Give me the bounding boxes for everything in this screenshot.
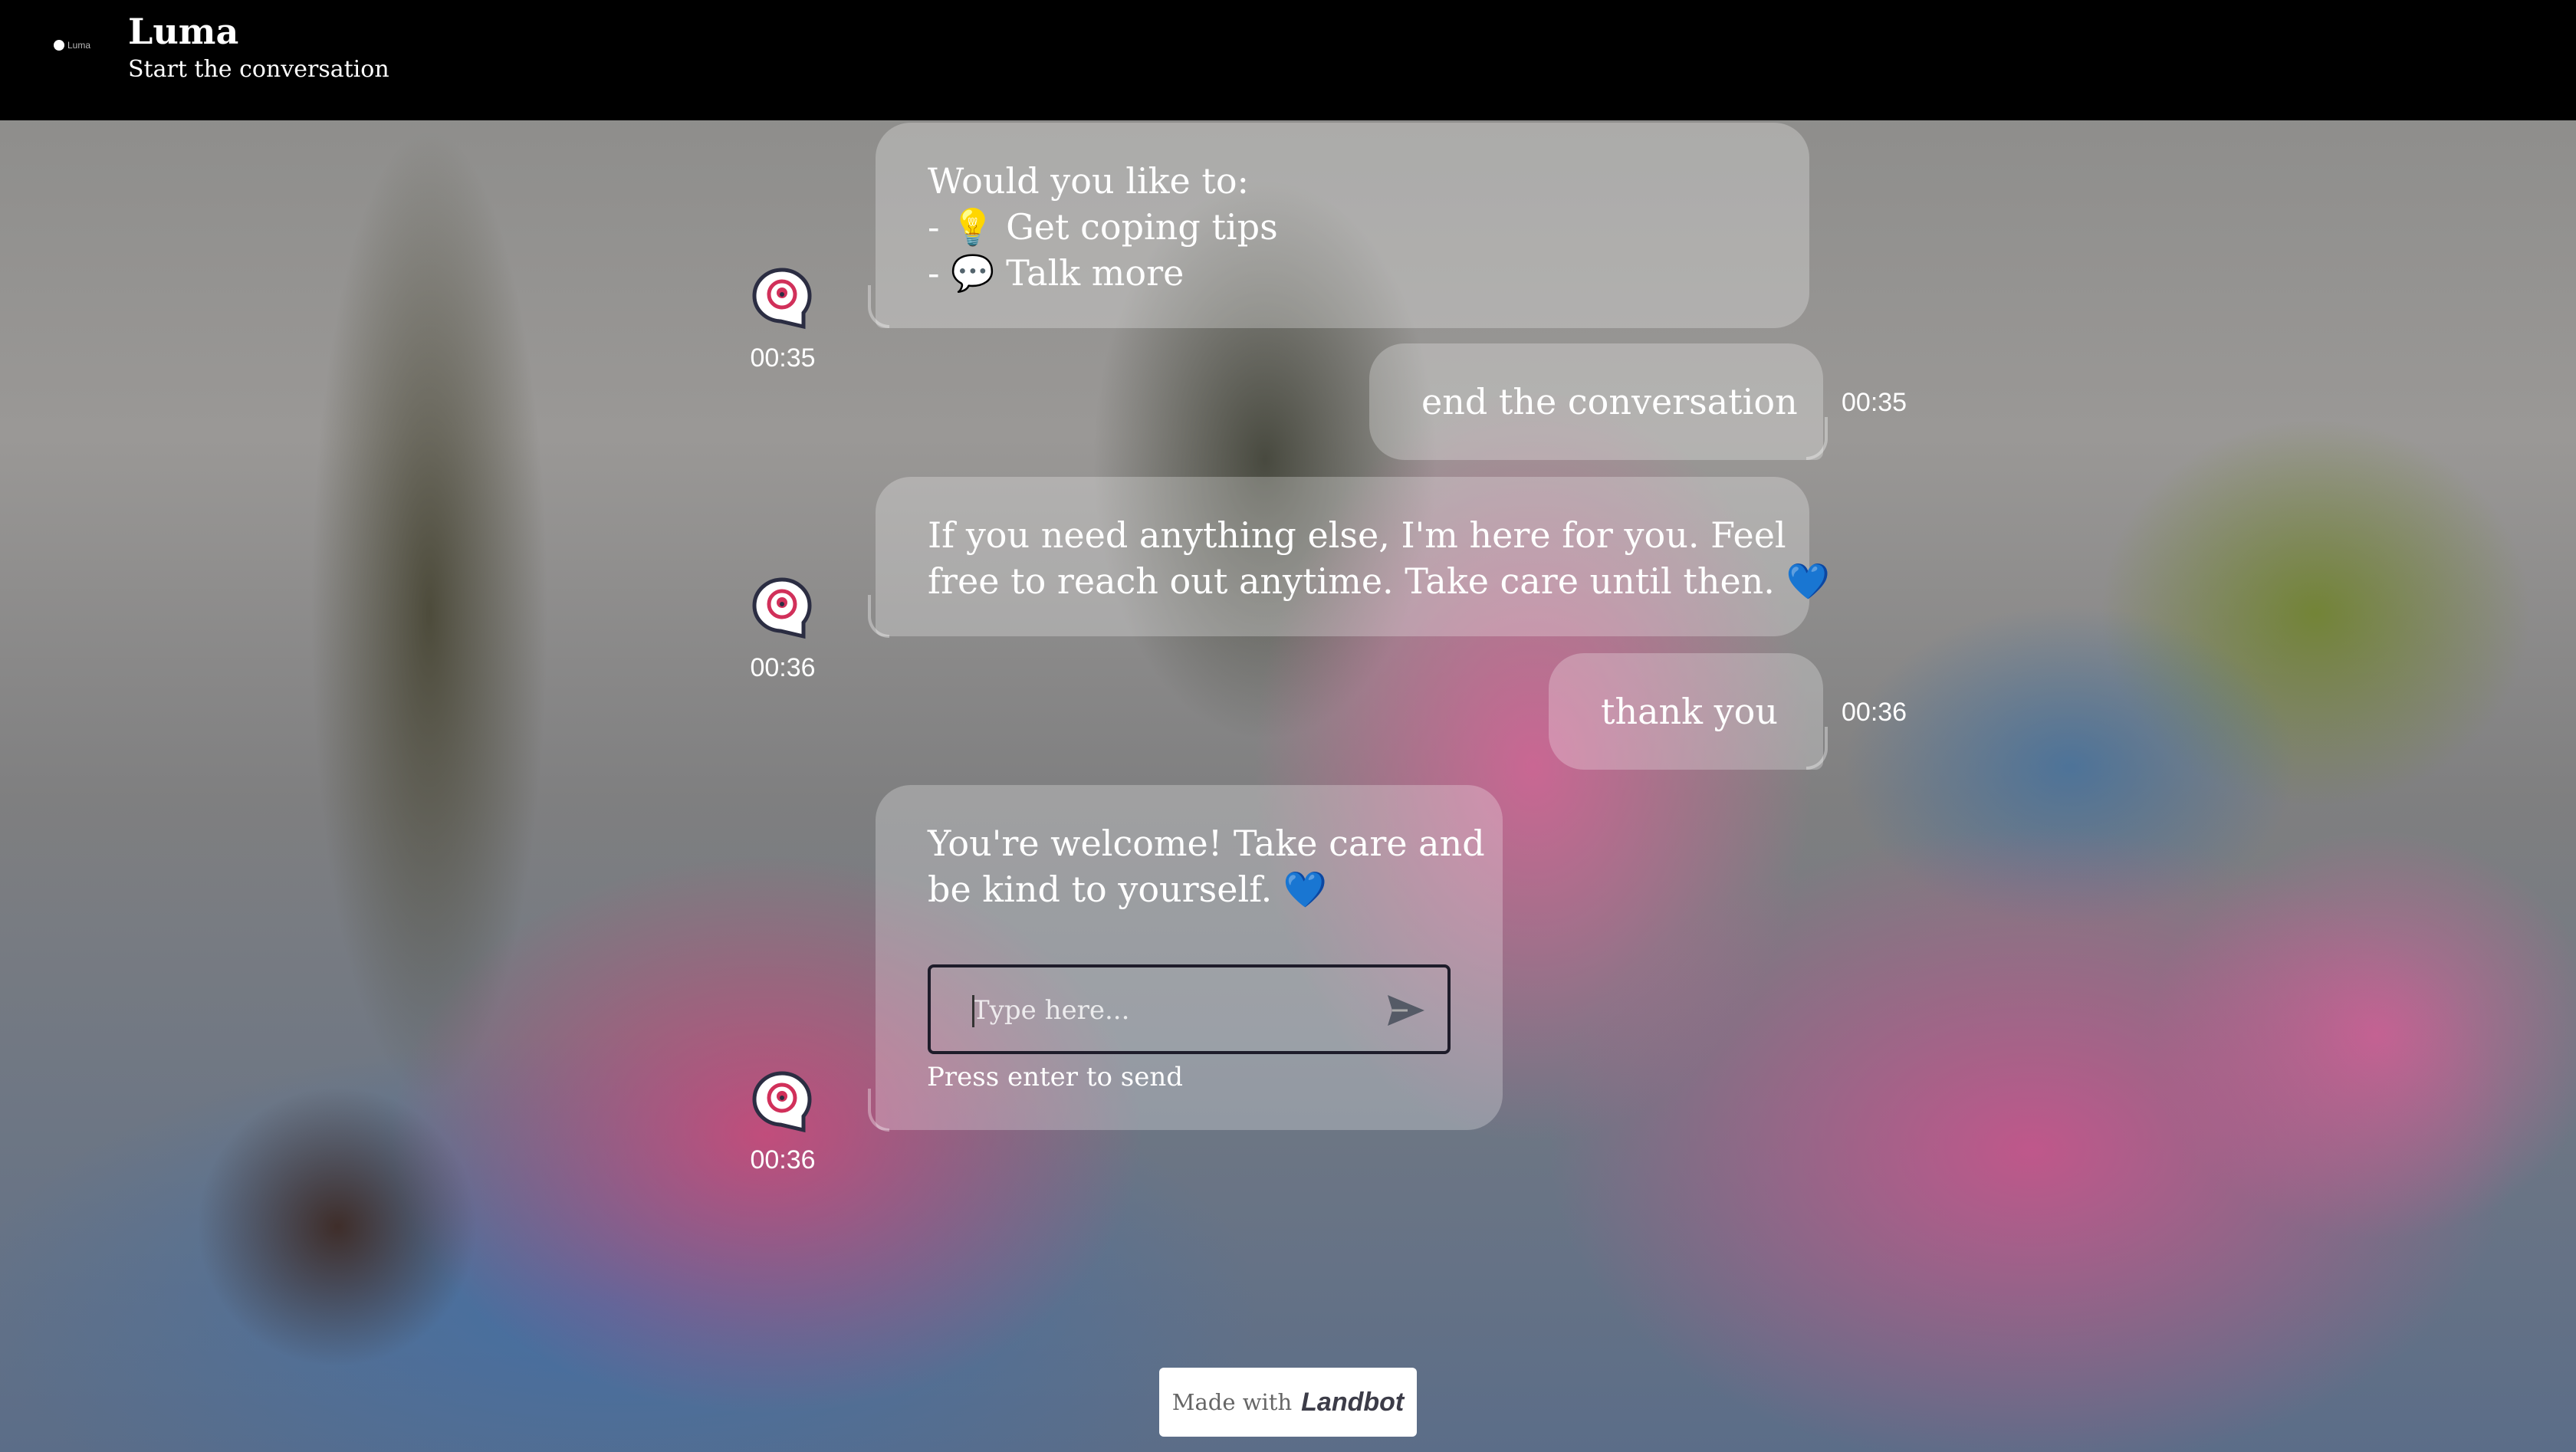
message-line: Would you like to: [928, 160, 1250, 202]
message-timestamp: 00:36 [750, 1145, 816, 1174]
message-line: - 💬 Talk more [928, 252, 1184, 294]
message-timestamp: 00:36 [750, 653, 816, 682]
bot-message: If you need anything else, I'm here for … [876, 477, 1830, 636]
made-with-landbot-badge[interactable]: Made with Landbot [1159, 1368, 1417, 1437]
made-with-label: Made with [1171, 1389, 1293, 1415]
bot-message: Would you like to: - 💡 Get coping tips -… [876, 123, 1809, 328]
landbot-logo-text: Landbot [1301, 1387, 1405, 1417]
bot-avatar-icon [752, 268, 812, 330]
user-message: thank you [1549, 653, 1823, 770]
page-subtitle: Start the conversation [128, 56, 389, 83]
logo-text: Luma [67, 40, 91, 51]
message-line: free to reach out anytime. Take care unt… [928, 560, 1830, 602]
message-input-box[interactable] [928, 964, 1451, 1054]
message-line: If you need anything else, I'm here for … [928, 514, 1786, 556]
brand-logo: Luma [54, 34, 103, 57]
send-hint: Press enter to send [927, 1062, 1183, 1092]
text-caret [972, 995, 974, 1027]
page-title: Luma [128, 11, 239, 52]
message-line: end the conversation [1421, 381, 1798, 422]
header-bar: Luma Luma Start the conversation [0, 0, 2576, 120]
send-arrow-icon[interactable] [1385, 992, 1428, 1029]
message-line: thank you [1601, 691, 1778, 732]
message-line: You're welcome! Take care and [928, 823, 1485, 864]
user-message: end the conversation [1369, 343, 1823, 460]
message-input[interactable] [972, 987, 1371, 1033]
bot-avatar-icon [752, 1071, 812, 1133]
message-line: be kind to yourself. 💙 [928, 869, 1328, 910]
message-timestamp: 00:36 [1842, 698, 1907, 727]
message-line: - 💡 Get coping tips [928, 206, 1278, 248]
logo-mark-icon [54, 40, 64, 51]
message-timestamp: 00:35 [1842, 388, 1907, 417]
bot-avatar-icon [752, 577, 812, 639]
message-timestamp: 00:35 [750, 343, 816, 373]
